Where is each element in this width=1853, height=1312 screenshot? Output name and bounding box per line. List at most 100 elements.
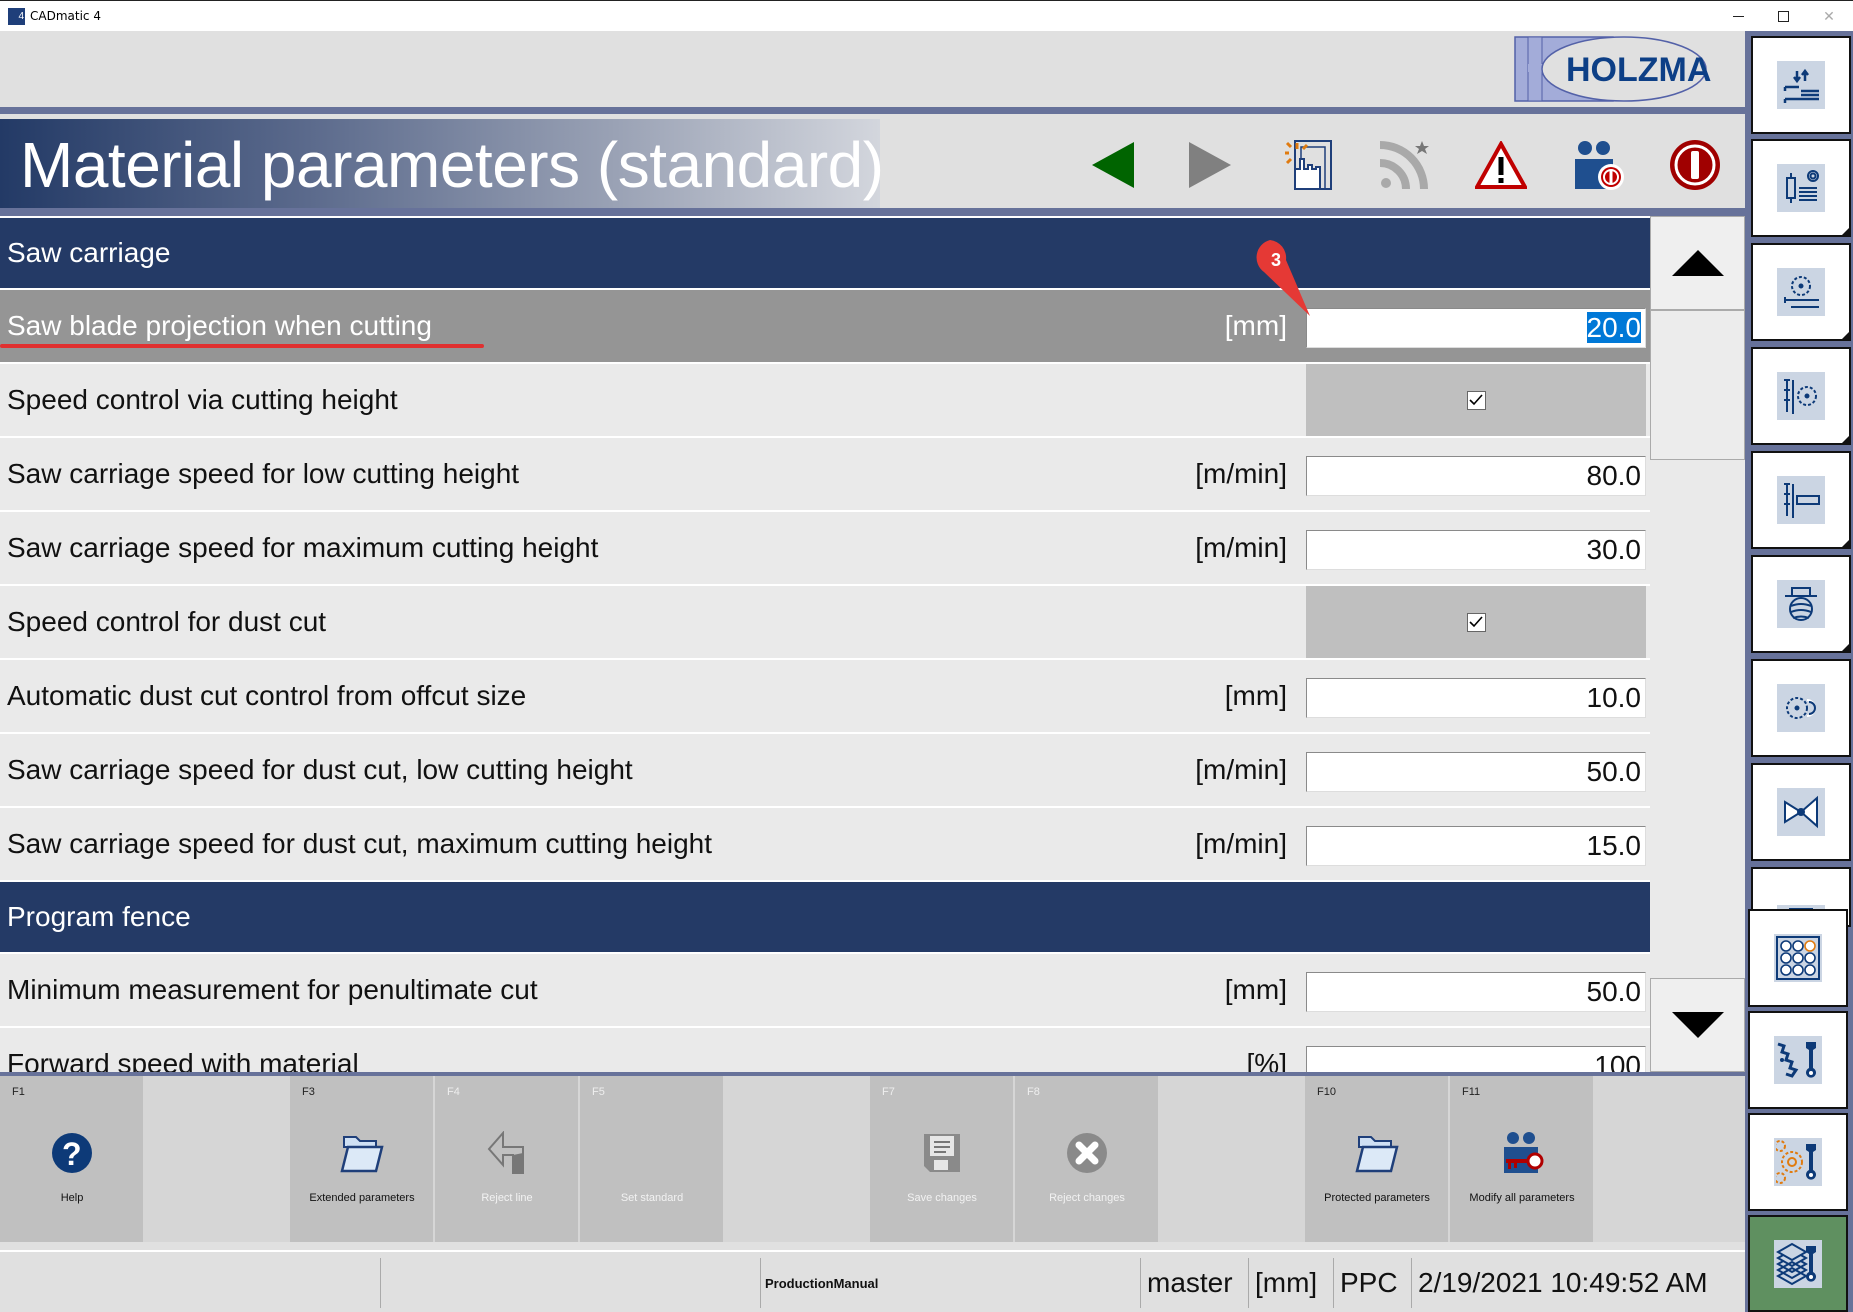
fkey-number: F8 <box>1027 1086 1040 1098</box>
param-row-dust-speed-low[interactable]: Saw carriage speed for dust cut, low cut… <box>0 732 1650 806</box>
param-row-speed-low-height[interactable]: Saw carriage speed for low cutting heigh… <box>0 436 1650 510</box>
cadmatic-window: 4 CADmatic 4 ✕ HOLZMA Material parameter… <box>0 0 1853 1312</box>
fkey-label: Modify all parameters <box>1469 1192 1575 1204</box>
f4-reject-line-button[interactable]: F4 Reject line <box>435 1076 579 1242</box>
param-value-input[interactable]: 50.0 <box>1306 972 1646 1012</box>
param-label: Saw carriage speed for low cutting heigh… <box>7 458 520 489</box>
sidebar-lift-table[interactable] <box>1751 451 1851 549</box>
users-key-icon <box>1504 1132 1544 1173</box>
maximize-icon <box>1777 11 1789 22</box>
param-value-input[interactable]: 10.0 <box>1306 678 1646 718</box>
stop-button[interactable] <box>1662 132 1728 198</box>
sidebar-valve[interactable] <box>1751 763 1851 861</box>
param-row-forward-speed[interactable]: Forward speed with material [%] 100 <box>0 1026 1650 1072</box>
submenu-corner-icon <box>1842 540 1849 547</box>
gears-wrench-icon <box>1776 1140 1816 1184</box>
param-label: Saw blade projection when cutting <box>7 310 432 341</box>
lift-table-icon <box>1784 483 1820 518</box>
sidebar-pattern-grid[interactable] <box>1748 909 1848 1007</box>
f1-help-button[interactable]: F1 ? Help <box>0 1076 144 1242</box>
param-checkbox-cell <box>1306 364 1646 436</box>
air-cushion-icon <box>1785 587 1817 621</box>
close-icon: ✕ <box>1823 8 1835 24</box>
param-unit: [m/min] <box>1195 754 1287 785</box>
param-value-input[interactable]: 20.0 <box>1306 308 1646 348</box>
scroll-down-button[interactable] <box>1650 978 1745 1072</box>
scrollbar[interactable] <box>1650 216 1745 1072</box>
folder-open-icon <box>340 1136 384 1173</box>
warning-button[interactable] <box>1468 132 1534 198</box>
back-arrow-icon <box>1092 142 1134 188</box>
fkey-number: F11 <box>1462 1086 1481 1098</box>
param-value-input[interactable]: 80.0 <box>1306 456 1646 496</box>
status-user: master <box>1140 1258 1248 1308</box>
sidebar-service[interactable] <box>1748 1113 1848 1211</box>
param-label: Saw carriage speed for maximum cutting h… <box>7 532 599 563</box>
users-info-button[interactable] <box>1565 132 1631 198</box>
param-checkbox[interactable] <box>1466 390 1486 410</box>
wireless-feed-button[interactable] <box>1371 132 1437 198</box>
help-icon: ? <box>52 1133 92 1173</box>
maximize-button[interactable] <box>1760 1 1806 32</box>
param-row-dust-speed-max[interactable]: Saw carriage speed for dust cut, maximum… <box>0 806 1650 880</box>
scroll-up-button[interactable] <box>1650 216 1745 310</box>
submenu-corner-icon <box>1842 332 1849 339</box>
param-label: Speed control via cutting height <box>7 384 398 415</box>
fkey-number: F5 <box>592 1086 605 1098</box>
close-button[interactable]: ✕ <box>1806 1 1852 32</box>
sidebar-saw-motor[interactable] <box>1751 659 1851 757</box>
scroll-up-arrow-icon <box>1671 250 1724 276</box>
f5-set-standard-button[interactable]: F5 Set standard <box>580 1076 724 1242</box>
cadmatic-icon: 4 <box>8 8 25 25</box>
sidebar-maintenance[interactable] <box>1748 1011 1848 1109</box>
f11-modify-all-parameters-button[interactable]: F11 Modify all parameters <box>1450 1076 1594 1242</box>
param-row-speed-control-height[interactable]: Speed control via cutting height <box>0 362 1650 436</box>
forward-button[interactable] <box>1177 132 1243 198</box>
scroll-thumb[interactable] <box>1650 310 1745 460</box>
gear-wrench-icon <box>1777 1042 1816 1078</box>
param-unit: [mm] <box>1224 974 1287 1005</box>
f7-save-changes-button[interactable]: F7 Save changes <box>870 1076 1014 1242</box>
status-mode: ProductionManual <box>760 1258 1140 1308</box>
param-unit: [%] <box>1246 1048 1287 1072</box>
wireless-feed-icon <box>1379 141 1429 190</box>
f8-reject-changes-button[interactable]: F8 Reject changes <box>1015 1076 1159 1242</box>
f10-protected-parameters-button[interactable]: F10 Protected parameters <box>1305 1076 1449 1242</box>
fkey-number: F7 <box>882 1086 895 1098</box>
param-row-speed-max-height[interactable]: Saw carriage speed for maximum cutting h… <box>0 510 1650 584</box>
page-title: Material parameters (standard) <box>20 129 884 201</box>
selected-value-text: 20.0 <box>1586 312 1641 343</box>
param-value-input[interactable]: 100 <box>1306 1046 1646 1072</box>
status-cell-empty <box>380 1258 760 1308</box>
param-row-speed-control-dust[interactable]: Speed control for dust cut <box>0 584 1650 658</box>
sidebar-machine-settings[interactable] <box>1751 139 1851 237</box>
fkey-label: Help <box>60 1192 84 1204</box>
sidebar-cut-parameters[interactable] <box>1751 36 1851 134</box>
fkey-label: Extended parameters <box>309 1192 415 1204</box>
param-value-input[interactable]: 50.0 <box>1306 752 1646 792</box>
param-label: Forward speed with material <box>7 1048 359 1072</box>
fkey-empty <box>1595 1076 1739 1242</box>
section-title: Program fence <box>7 901 191 932</box>
status-unit: [mm] <box>1248 1258 1333 1308</box>
sidebar-saw-blade-carriage[interactable] <box>1751 243 1851 341</box>
param-row-auto-dust-cut[interactable]: Automatic dust cut control from offcut s… <box>0 658 1650 732</box>
sidebar-saw-blade-height[interactable] <box>1751 347 1851 445</box>
param-checkbox-cell <box>1306 586 1646 658</box>
back-button[interactable] <box>1080 132 1146 198</box>
param-row-saw-blade-projection[interactable]: Saw blade projection when cutting [mm] 2… <box>0 288 1650 362</box>
f3-extended-parameters-button[interactable]: F3 Extended parameters <box>290 1076 434 1242</box>
sidebar-material-parameters[interactable] <box>1748 1215 1848 1312</box>
saw-motor-icon <box>1786 697 1816 719</box>
param-value-input[interactable]: 15.0 <box>1306 826 1646 866</box>
touch-select-button[interactable] <box>1274 132 1340 198</box>
param-row-min-penultimate-cut[interactable]: Minimum measurement for penultimate cut … <box>0 952 1650 1026</box>
annotation-number: 3 <box>1271 250 1281 270</box>
param-unit: [m/min] <box>1195 828 1287 859</box>
fkey-number: F1 <box>12 1086 25 1098</box>
param-value-input[interactable]: 30.0 <box>1306 530 1646 570</box>
minimize-button[interactable] <box>1715 1 1761 32</box>
status-bar: ProductionManual master [mm] PPC 2/19/20… <box>0 1250 1745 1312</box>
param-checkbox[interactable] <box>1466 612 1486 632</box>
sidebar-air-cushion[interactable] <box>1751 555 1851 653</box>
